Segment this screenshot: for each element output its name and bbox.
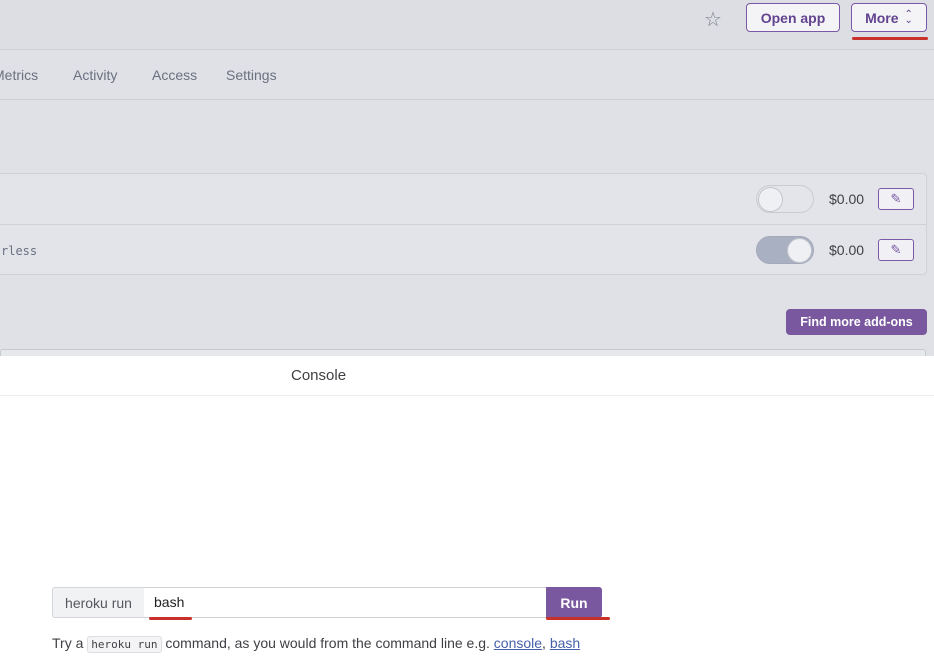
command-input[interactable]: bash bbox=[144, 587, 547, 618]
more-button[interactable]: More ⌃ ⌄ bbox=[851, 3, 927, 32]
pencil-icon: ✎ bbox=[890, 191, 902, 206]
input-highlight-underline bbox=[149, 617, 192, 620]
console-title: Console bbox=[291, 367, 347, 384]
hint-text-before: Try a bbox=[52, 635, 88, 651]
hint-code: heroku run bbox=[87, 636, 162, 653]
next-card-edge bbox=[0, 349, 926, 356]
console-header: Console bbox=[0, 356, 934, 396]
addon-price-1: $0.00 bbox=[829, 191, 865, 207]
tab-activity[interactable]: Activity bbox=[73, 67, 117, 83]
app-background: ☆ Open app More ⌃⌄ Metrics Activity Acce… bbox=[0, 0, 934, 356]
edit-addon-button-2[interactable]: ✎ bbox=[878, 239, 914, 261]
toggle-knob bbox=[787, 238, 812, 263]
find-more-addons-button[interactable]: Find more add-ons bbox=[786, 309, 927, 335]
addon-label-2: rless bbox=[1, 244, 38, 258]
console-hint: Try a heroku run command, as you would f… bbox=[52, 635, 580, 653]
more-label: More bbox=[865, 9, 899, 26]
command-prefix: heroku run bbox=[52, 587, 145, 618]
chevron-up-down-icon: ⌃ ⌄ bbox=[904, 8, 913, 26]
addons-card: $0.00 ✎ rless $0.00 ✎ bbox=[0, 173, 927, 275]
tab-access[interactable]: Access bbox=[152, 67, 197, 83]
open-app-label: Open app bbox=[760, 9, 826, 26]
run-button[interactable]: Run bbox=[546, 587, 602, 618]
addon-toggle-2[interactable] bbox=[756, 236, 814, 264]
bash-link[interactable]: bash bbox=[550, 635, 580, 651]
tab-settings[interactable]: Settings bbox=[226, 67, 277, 83]
edit-addon-button-1[interactable]: ✎ bbox=[878, 188, 914, 210]
app-tabs: Metrics Activity Access Settings bbox=[0, 50, 934, 100]
console-panel: Console heroku run bash Run Try a heroku… bbox=[0, 356, 934, 665]
addon-price-2: $0.00 bbox=[829, 242, 865, 258]
toggle-knob bbox=[758, 187, 783, 212]
run-highlight-underline bbox=[546, 617, 610, 620]
top-bar: ☆ Open app More ⌃ ⌄ bbox=[0, 0, 934, 50]
hint-separator: , bbox=[542, 635, 550, 651]
console-link[interactable]: console bbox=[494, 635, 542, 651]
row-divider bbox=[0, 224, 926, 225]
pencil-icon: ✎ bbox=[890, 242, 902, 257]
hint-text-middle: command, as you would from the command l… bbox=[161, 635, 494, 651]
open-app-button[interactable]: Open app bbox=[746, 3, 840, 32]
star-icon[interactable]: ☆ bbox=[704, 7, 722, 32]
more-highlight-underline bbox=[852, 37, 928, 40]
tab-metrics[interactable]: Metrics bbox=[0, 67, 38, 83]
addon-toggle-1[interactable] bbox=[756, 185, 814, 213]
